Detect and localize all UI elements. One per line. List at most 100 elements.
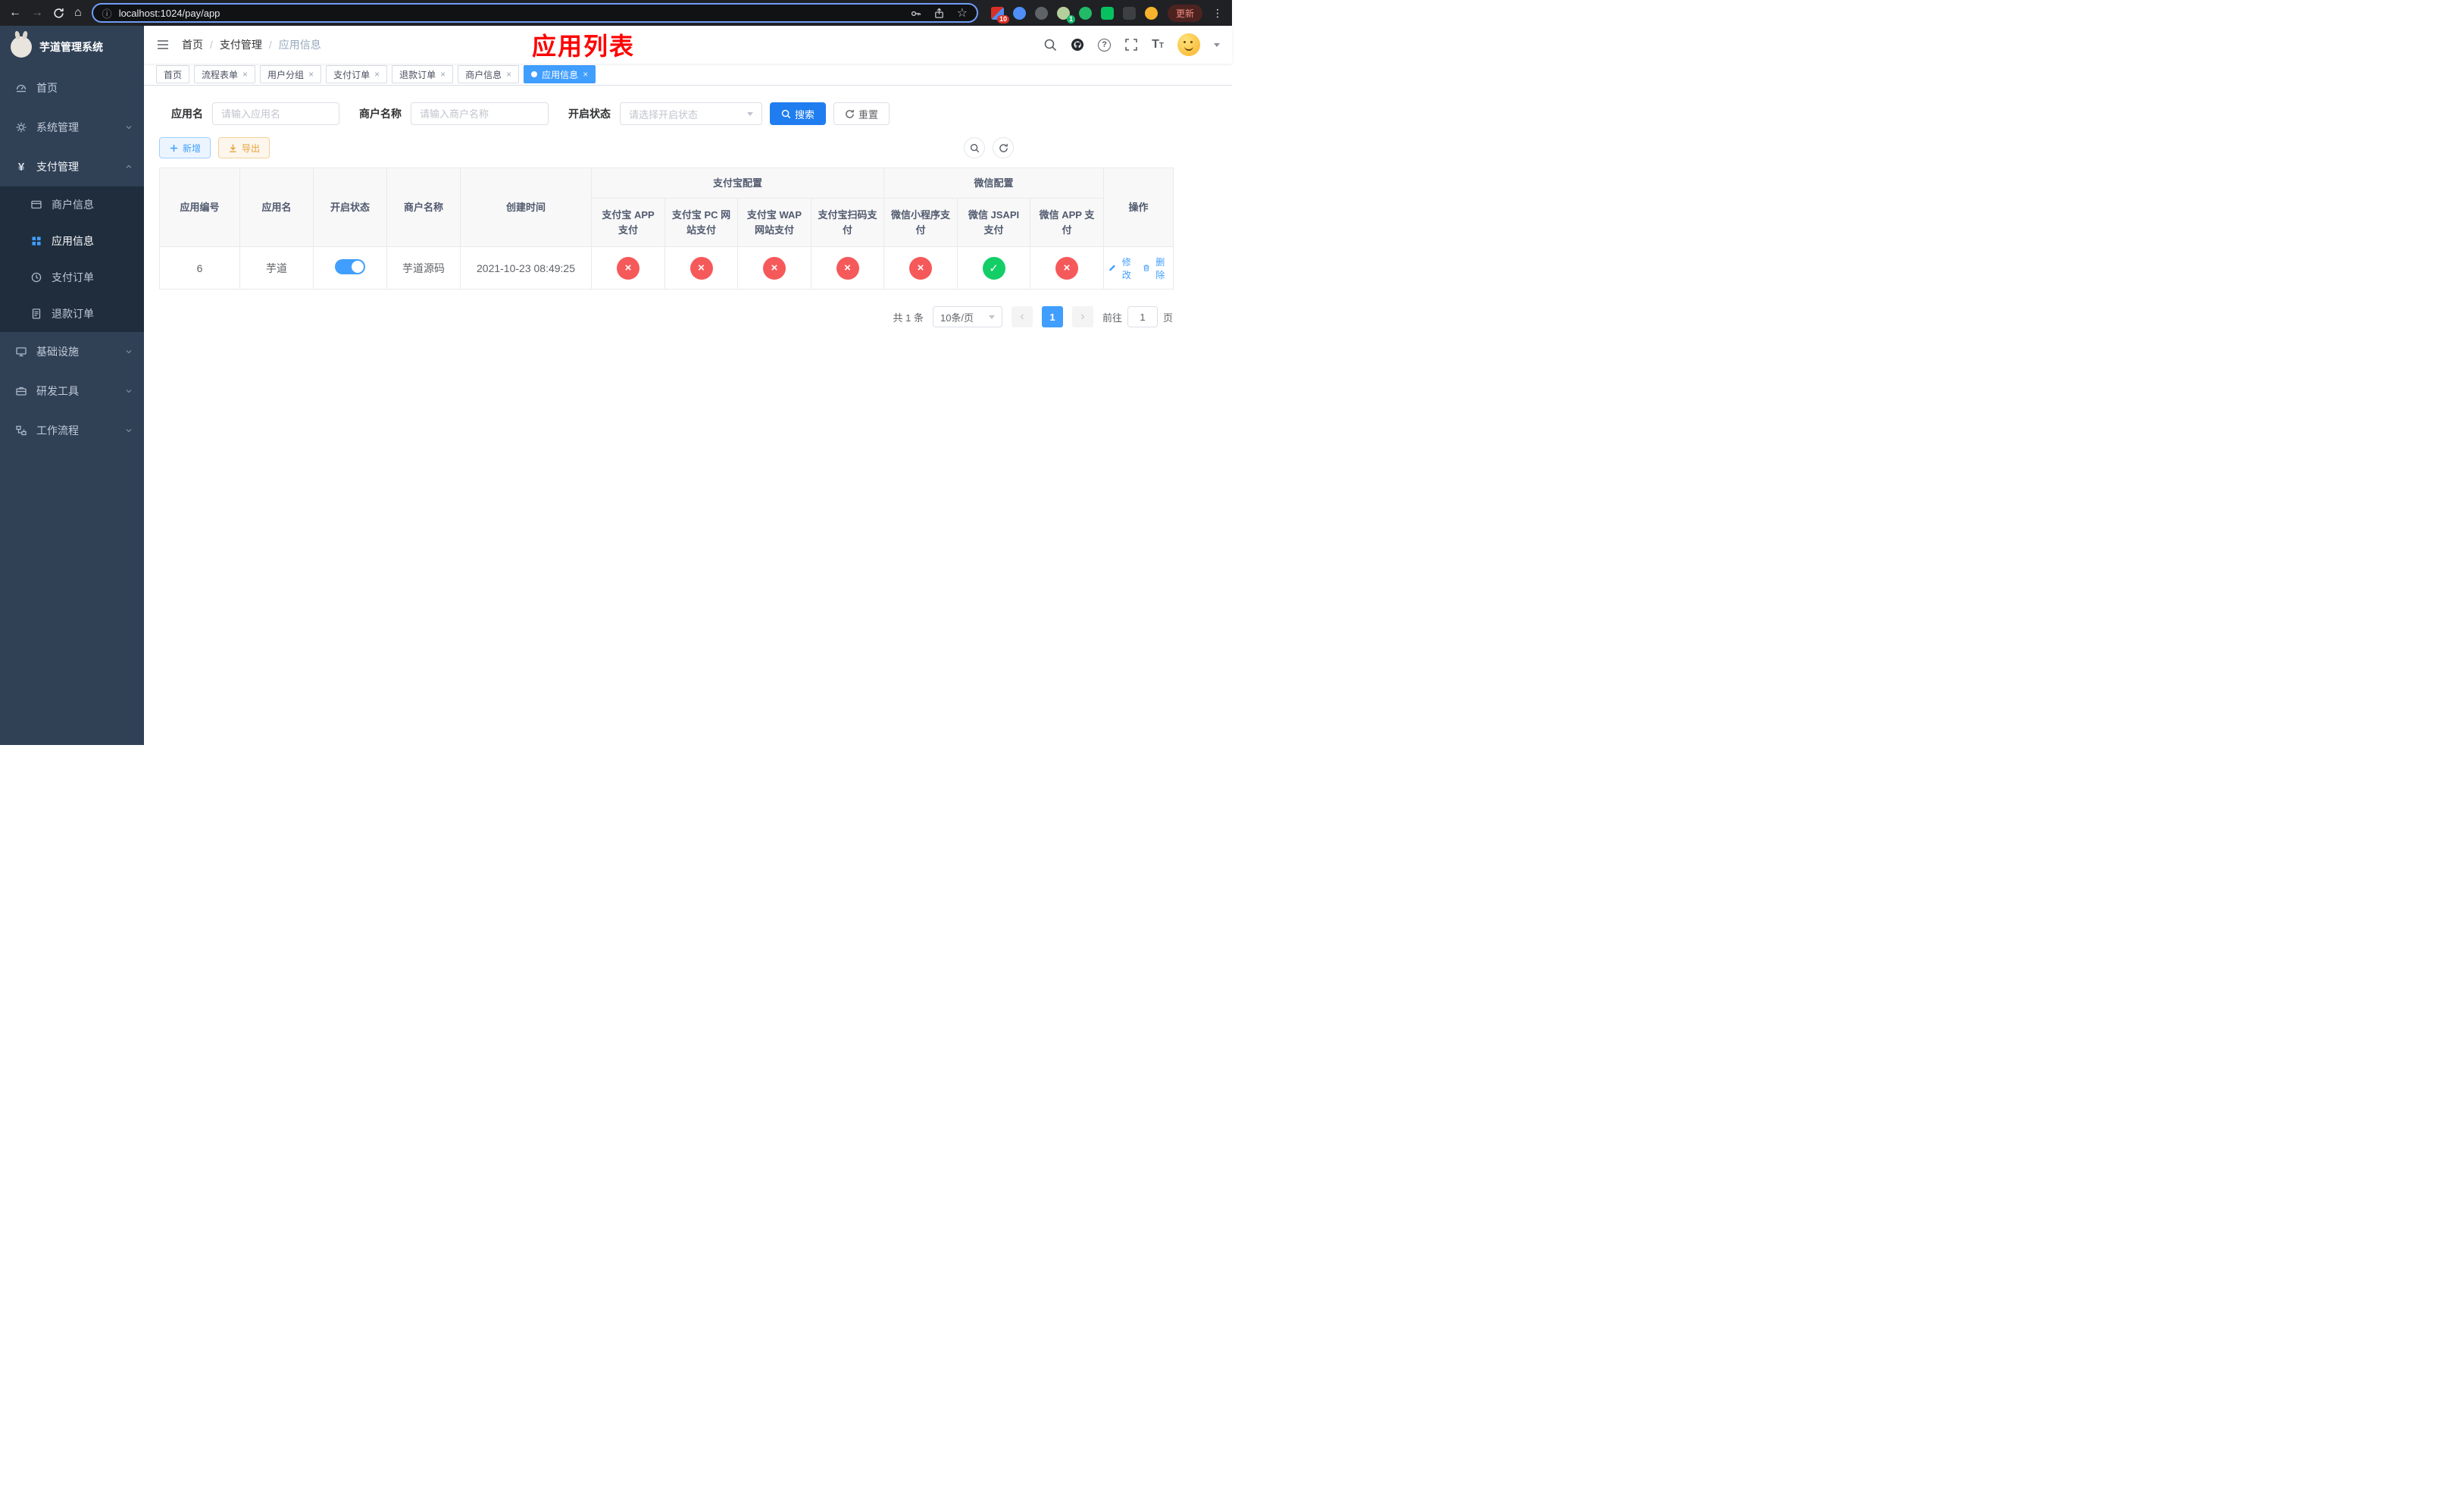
close-icon[interactable]: [440, 70, 446, 79]
refresh-table-button[interactable]: [993, 137, 1014, 158]
extension-icon[interactable]: [1078, 6, 1092, 20]
card-icon: [31, 200, 42, 209]
profile-avatar-icon[interactable]: [1144, 6, 1158, 20]
status-toggle[interactable]: [335, 259, 365, 274]
home-button[interactable]: ⌂: [74, 7, 82, 19]
sidebar-toggle-icon[interactable]: [156, 38, 170, 52]
tab-process-form[interactable]: 流程表单: [194, 65, 256, 83]
export-button[interactable]: 导出: [218, 137, 270, 158]
user-avatar[interactable]: [1177, 33, 1200, 56]
sidebar-item-refund-orders[interactable]: 退款订单: [0, 296, 144, 332]
extension-badge: 10: [996, 14, 1009, 23]
merchant-name-label: 商户名称: [359, 108, 402, 120]
toggle-search-button[interactable]: [964, 137, 985, 158]
url-bar[interactable]: ⓘ localhost:1024/pay/app ☆: [91, 3, 978, 23]
forward-button[interactable]: →: [31, 7, 43, 19]
sidebar-item-app-info[interactable]: 应用信息: [0, 223, 144, 259]
page-content: 应用名 商户名称 开启状态 请选择开启状态 搜索 重置: [144, 86, 1232, 745]
sidebar-item-system[interactable]: 系统管理: [0, 108, 144, 147]
sidebar-item-payment-orders[interactable]: 支付订单: [0, 259, 144, 296]
browser-update-button[interactable]: 更新: [1167, 4, 1202, 22]
back-button[interactable]: ←: [9, 7, 21, 19]
sidebar-item-payment[interactable]: ¥ 支付管理: [0, 147, 144, 186]
toolbox-icon: [16, 387, 27, 396]
sidebar-item-infrastructure[interactable]: 基础设施: [0, 332, 144, 371]
current-page-button[interactable]: 1: [1041, 306, 1063, 327]
close-icon[interactable]: [583, 70, 588, 79]
breadcrumb-home[interactable]: 首页: [182, 37, 203, 52]
download-icon: [230, 143, 236, 152]
next-page-button[interactable]: [1071, 306, 1093, 327]
share-icon[interactable]: [933, 7, 945, 19]
goto-page-input[interactable]: [1127, 306, 1158, 327]
close-icon[interactable]: [374, 70, 380, 79]
workflow-icon: [16, 425, 27, 436]
sidebar-item-label: 支付订单: [52, 271, 94, 283]
tab-payment-orders[interactable]: 支付订单: [326, 65, 388, 83]
cell-created: 2021-10-23 08:49:25: [460, 246, 592, 290]
page-size-select[interactable]: 10条/页: [932, 306, 1002, 327]
merchant-name-input[interactable]: [411, 102, 549, 125]
pencil-icon: [1109, 265, 1115, 271]
reload-button[interactable]: [53, 8, 64, 19]
close-icon[interactable]: [242, 70, 248, 79]
page-title-annotation: 应用列表: [532, 33, 636, 60]
add-button[interactable]: 新增: [159, 137, 211, 158]
status-icon: [689, 256, 713, 280]
app-table: 应用编号 应用名 开启状态 商户名称 创建时间 支付宝配置 微信配置 操作 支付…: [159, 167, 1174, 290]
document-icon: [32, 308, 41, 319]
sidebar-item-merchant-info[interactable]: 商户信息: [0, 186, 144, 223]
page-suffix-label: 页: [1162, 311, 1173, 324]
tab-merchant-info[interactable]: 商户信息: [458, 65, 520, 83]
chevron-down-icon: [747, 111, 753, 116]
extension-icon[interactable]: [1034, 6, 1048, 20]
status-select[interactable]: 请选择开启状态: [620, 102, 762, 125]
plus-icon: [170, 144, 178, 152]
grid-icon: [32, 236, 41, 246]
col-header-wechat-jsapi: 微信 JSAPI 支付: [957, 198, 1031, 247]
tab-refund-orders[interactable]: 退款订单: [392, 65, 454, 83]
browser-menu-icon[interactable]: ⋮: [1212, 7, 1223, 20]
bookmark-star-icon[interactable]: ☆: [957, 5, 968, 20]
font-size-icon[interactable]: TT: [1152, 38, 1164, 52]
tag-view-bar: 首页 流程表单 用户分组 支付订单 退款订单 商户信息 应用信息: [144, 64, 1232, 86]
sidebar-item-workflow[interactable]: 工作流程: [0, 411, 144, 450]
sidebar-item-home[interactable]: 首页: [0, 68, 144, 108]
app-logo[interactable]: 芋道管理系统: [0, 26, 144, 68]
app-name-input[interactable]: [212, 102, 339, 125]
breadcrumb-payment[interactable]: 支付管理: [220, 37, 262, 52]
status-label: 开启状态: [568, 108, 611, 120]
sidebar-item-dev-tools[interactable]: 研发工具: [0, 371, 144, 411]
status-icon: [982, 256, 1005, 280]
pagination-total: 共 1 条: [893, 311, 924, 324]
col-header-merchant: 商户名称: [386, 167, 461, 247]
close-icon[interactable]: [506, 70, 511, 79]
site-info-icon[interactable]: ⓘ: [102, 6, 112, 20]
reset-button[interactable]: 重置: [833, 102, 890, 125]
extension-icon[interactable]: 10: [990, 6, 1009, 23]
extension-icon[interactable]: 1: [1056, 6, 1075, 23]
col-header-wechat-app: 微信 APP 支付: [1030, 198, 1105, 247]
key-icon[interactable]: [910, 8, 921, 19]
user-menu-caret-icon[interactable]: [1214, 42, 1220, 47]
tab-home[interactable]: 首页: [156, 65, 190, 83]
cell-app-name: 芋道: [239, 246, 314, 290]
status-icon: [909, 256, 933, 280]
sidebar: 芋道管理系统 首页 系统管理 ¥ 支付管理 商户信息 应用信息 支付订单 退款订…: [0, 26, 144, 745]
tab-app-info[interactable]: 应用信息: [524, 65, 596, 83]
tab-user-group[interactable]: 用户分组: [260, 65, 322, 83]
extension-icon[interactable]: [1100, 6, 1114, 20]
col-header-wechat-mini: 微信小程序支付: [883, 198, 958, 247]
search-button[interactable]: 搜索: [770, 102, 827, 125]
extension-icon[interactable]: [1012, 6, 1026, 20]
prev-page-button[interactable]: [1011, 306, 1033, 327]
edit-button[interactable]: 修改: [1108, 255, 1135, 281]
search-icon[interactable]: [1043, 38, 1057, 52]
close-icon[interactable]: [308, 70, 314, 79]
delete-button[interactable]: 删除: [1143, 255, 1169, 281]
puzzle-extension-icon[interactable]: [1122, 6, 1136, 20]
github-icon[interactable]: [1071, 38, 1084, 52]
col-header-created: 创建时间: [460, 167, 592, 247]
help-icon[interactable]: ?: [1098, 38, 1112, 52]
fullscreen-icon[interactable]: [1124, 38, 1138, 52]
